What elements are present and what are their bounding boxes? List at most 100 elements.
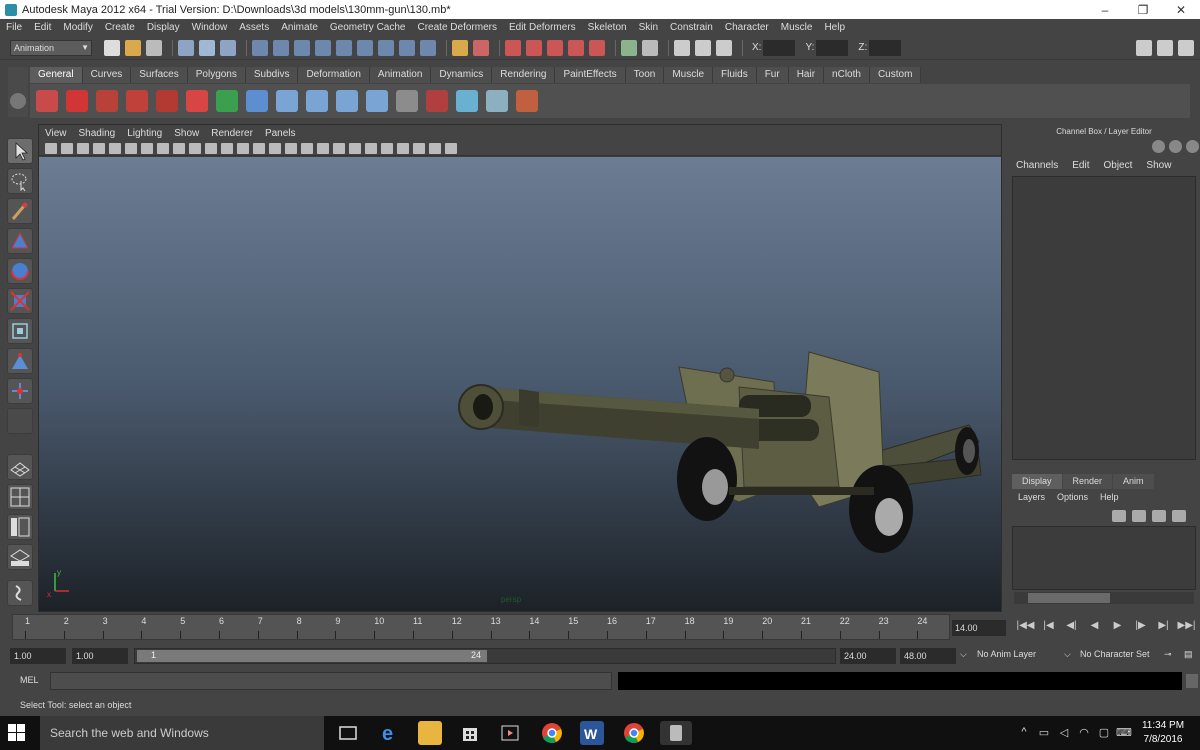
viewport-tool-icon[interactable] [237, 142, 249, 154]
mel-language-label[interactable]: MEL [20, 675, 39, 685]
move-layer-up-icon[interactable] [1152, 510, 1166, 522]
viewport-tool-icon[interactable] [413, 142, 425, 154]
viewport-menu-panels[interactable]: Panels [265, 128, 296, 139]
highlight-selection-icon[interactable] [473, 39, 489, 56]
x-input[interactable] [763, 39, 796, 56]
select-component-icon[interactable] [220, 39, 236, 56]
new-layer-selected-icon[interactable] [1112, 510, 1126, 522]
shelf-tab-general[interactable]: General [30, 67, 83, 83]
character-set-dropdown[interactable]: No Character Set [1080, 649, 1150, 659]
viewport-tool-icon[interactable] [317, 142, 329, 154]
chevron-down-icon[interactable]: ⌵ [960, 649, 967, 660]
snap-point-icon[interactable] [547, 39, 563, 56]
menu-edit[interactable]: Edit [34, 22, 51, 33]
select-object-icon[interactable] [199, 39, 215, 56]
viewport-menu-renderer[interactable]: Renderer [211, 128, 253, 139]
input-output-icon[interactable] [621, 39, 637, 56]
snap-view-plane-icon[interactable] [568, 39, 584, 56]
show-manipulator-icon[interactable] [7, 378, 33, 404]
step-forward-key-button[interactable]: |▶ [1129, 620, 1152, 631]
viewport-tool-icon[interactable] [61, 142, 73, 154]
channel-box-area[interactable] [1012, 176, 1196, 460]
shelf-tab-polygons[interactable]: Polygons [187, 67, 246, 83]
maya-taskbar-icon[interactable] [660, 721, 692, 745]
layer-tab-display[interactable]: Display [1012, 474, 1062, 489]
playback-start-field[interactable]: 1.00 [72, 648, 128, 664]
new-empty-layer-icon[interactable] [1132, 510, 1146, 522]
viewport-tool-icon[interactable] [93, 142, 105, 154]
layer-tab-render[interactable]: Render [1062, 474, 1113, 489]
shelf-tool-icon[interactable] [426, 90, 448, 112]
rotate-tool-icon[interactable] [7, 258, 33, 284]
menu-file[interactable]: File [6, 22, 22, 33]
snap-curve-icon[interactable] [526, 39, 542, 56]
shelf-tab-painteffects[interactable]: PaintEffects [555, 67, 626, 83]
viewport-tool-icon[interactable] [445, 142, 457, 154]
viewport-tool-icon[interactable] [429, 142, 441, 154]
attribute-editor-icon[interactable] [1169, 140, 1182, 153]
shelf-tab-muscle[interactable]: Muscle [664, 67, 714, 83]
curve-mask-icon[interactable] [315, 39, 331, 56]
step-back-key-button[interactable]: ◀| [1060, 620, 1083, 631]
shelf-tool-icon[interactable] [96, 90, 118, 112]
viewport-tool-icon[interactable] [205, 142, 217, 154]
viewport-tool-icon[interactable] [285, 142, 297, 154]
close-button[interactable]: ✕ [1162, 3, 1200, 17]
shelf-tab-custom[interactable]: Custom [869, 67, 922, 83]
viewport-canvas[interactable]: yx persp [39, 157, 1001, 611]
maximize-button[interactable]: ❐ [1124, 3, 1162, 17]
viewport-tool-icon[interactable] [349, 142, 361, 154]
time-slider[interactable]: 1 2 3 4 5 6 7 8 9 10 11 12 13 14 15 16 17 18 19 20 21 22 23 24 [12, 614, 950, 640]
shelf-tool-icon[interactable] [276, 90, 298, 112]
store-icon[interactable] [458, 721, 482, 745]
edge-browser-icon[interactable]: e [378, 721, 402, 745]
render-settings-icon[interactable] [716, 39, 732, 56]
preferences-icon[interactable]: ▤ [1184, 649, 1193, 660]
channel-box-menu-object[interactable]: Object [1104, 160, 1133, 171]
perspective-viewport[interactable]: View Shading Lighting Show Renderer Pane… [38, 124, 1002, 612]
step-back-frame-button[interactable]: |◀ [1037, 620, 1060, 631]
play-forwards-button[interactable]: ▶ [1106, 620, 1129, 631]
scale-tool-icon[interactable] [7, 288, 33, 314]
render-current-frame-icon[interactable] [674, 39, 690, 56]
shelf-tab-ncloth[interactable]: nCloth [824, 67, 870, 83]
menu-constrain[interactable]: Constrain [670, 22, 713, 33]
deformer-mask-icon[interactable] [357, 39, 373, 56]
rendering-mask-icon[interactable] [399, 39, 415, 56]
chevron-down-icon[interactable]: ⌵ [1064, 649, 1071, 660]
viewport-tool-icon[interactable] [125, 142, 137, 154]
layer-menu-options[interactable]: Options [1057, 492, 1088, 502]
viewport-tool-icon[interactable] [157, 142, 169, 154]
menu-skeleton[interactable]: Skeleton [588, 22, 627, 33]
shelf-menu[interactable] [8, 67, 28, 117]
handle-mask-icon[interactable] [273, 39, 289, 56]
move-layer-down-icon[interactable] [1172, 510, 1186, 522]
menu-create-deformers[interactable]: Create Deformers [418, 22, 497, 33]
menu-help[interactable]: Help [824, 22, 845, 33]
viewport-tool-icon[interactable] [77, 142, 89, 154]
character-key-icon[interactable]: ⊸ [1164, 649, 1172, 660]
shelf-tool-icon[interactable] [66, 90, 88, 112]
menu-muscle[interactable]: Muscle [781, 22, 813, 33]
viewport-tool-icon[interactable] [221, 142, 233, 154]
channel-box-menu-edit[interactable]: Edit [1072, 160, 1089, 171]
menu-window[interactable]: Window [192, 22, 228, 33]
shelf-tab-hair[interactable]: Hair [788, 67, 825, 83]
word-icon[interactable]: W [580, 721, 604, 745]
channel-box-menu-channels[interactable]: Channels [1016, 160, 1058, 171]
chevron-up-icon[interactable]: ^ [1014, 726, 1034, 739]
snap-grid-icon[interactable] [505, 39, 521, 56]
taskbar-search-box[interactable]: Search the web and Windows [40, 716, 324, 750]
menu-geometry-cache[interactable]: Geometry Cache [330, 22, 406, 33]
shelf-tab-curves[interactable]: Curves [82, 67, 132, 83]
viewport-tool-icon[interactable] [189, 142, 201, 154]
shelf-tool-icon[interactable] [246, 90, 268, 112]
shelf-tab-surfaces[interactable]: Surfaces [131, 67, 188, 83]
battery-icon[interactable]: ▭ [1034, 726, 1054, 739]
howitzer-model[interactable] [39, 157, 1001, 611]
menu-set-dropdown[interactable]: Animation ▼ [10, 39, 92, 56]
paint-select-tool-icon[interactable] [7, 198, 33, 224]
shelf-tool-icon[interactable] [126, 90, 148, 112]
layer-tab-anim[interactable]: Anim [1113, 474, 1154, 489]
shelf-tool-icon[interactable] [456, 90, 478, 112]
